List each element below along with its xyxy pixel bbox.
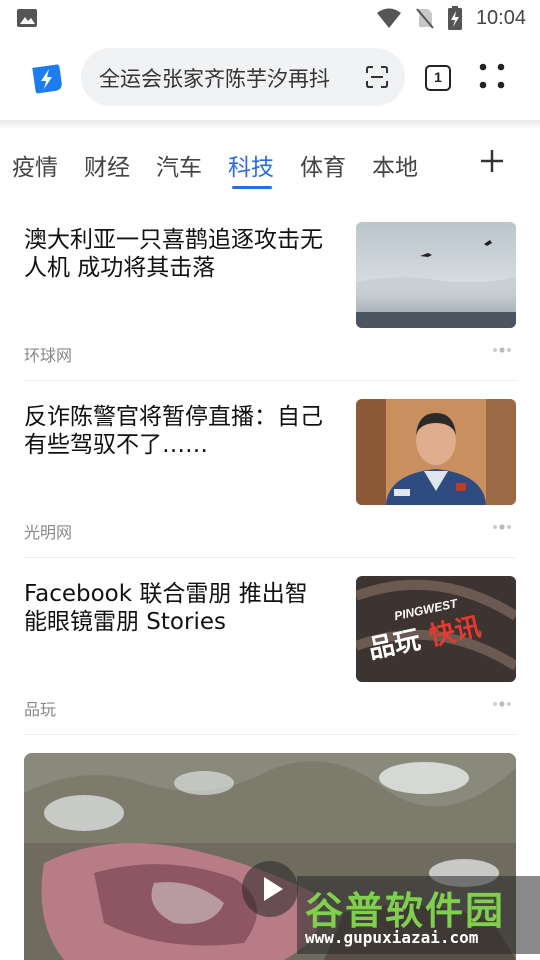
play-button[interactable] [242,861,298,917]
wifi-icon [376,8,401,28]
news-source: 品玩 [24,700,57,719]
no-sim-icon [416,8,434,29]
browser-toolbar: 全运会张家齐陈芋汐再抖 1 [0,36,540,120]
tab-bendi[interactable]: 本地 [372,148,418,182]
news-thumbnail[interactable]: PINGWEST 品玩 快讯 [356,576,516,682]
watermark-url: www.gupuxiazai.com [305,928,479,947]
watermark: 谷普软件园 www.gupuxiazai.com [297,876,540,954]
tab-switcher-button[interactable]: 1 [425,65,451,91]
news-thumbnail[interactable] [356,222,516,328]
divider [24,557,516,558]
tab-qiche[interactable]: 汽车 [156,148,202,182]
news-item[interactable]: Facebook 联合雷朋 推出智能眼镜雷朋 Stories PINGWEST … [24,576,516,736]
tab-keji[interactable]: 科技 [228,148,274,182]
tab-yiqing[interactable]: 疫情 [12,148,58,182]
news-thumbnail[interactable] [356,399,516,505]
news-source: 光明网 [24,523,73,542]
news-item[interactable]: 澳大利亚一只喜鹊追逐攻击无人机 成功将其击落 环球网 [24,222,516,382]
status-bar: 10:04 [0,0,540,36]
image-icon [17,9,37,27]
address-bar-text[interactable]: 全运会张家齐陈芋汐再抖 [99,63,351,91]
active-tab-indicator [232,186,272,189]
news-item[interactable]: 反诈陈警官将暂停直播：自己有些驾驭不了…… 光明网 [24,399,516,559]
clock: 10:04 [475,6,526,29]
news-source: 环球网 [24,346,73,365]
more-options-icon[interactable] [492,700,512,708]
more-options-icon[interactable] [492,523,512,531]
category-tabs: 疫情 财经 汽车 科技 体育 本地 [0,128,540,198]
watermark-title: 谷普软件园 [305,889,506,933]
address-bar[interactable]: 全运会张家齐陈芋汐再抖 [81,48,405,106]
news-title[interactable]: 反诈陈警官将暂停直播：自己有些驾驭不了…… [24,403,324,459]
battery-charging-icon [447,6,462,30]
add-category-icon[interactable] [479,148,505,174]
divider [24,380,516,381]
more-options-icon[interactable] [492,346,512,354]
scan-icon[interactable] [365,65,389,89]
play-icon [264,877,283,901]
divider [24,734,516,735]
more-icon[interactable] [478,62,506,90]
browser-logo-icon[interactable] [28,60,66,98]
tab-tiyu[interactable]: 体育 [300,148,346,182]
toolbar-divider [0,120,540,128]
news-title[interactable]: 澳大利亚一只喜鹊追逐攻击无人机 成功将其击落 [24,226,324,282]
news-title[interactable]: Facebook 联合雷朋 推出智能眼镜雷朋 Stories [24,580,324,636]
tab-caijing[interactable]: 财经 [84,148,130,182]
